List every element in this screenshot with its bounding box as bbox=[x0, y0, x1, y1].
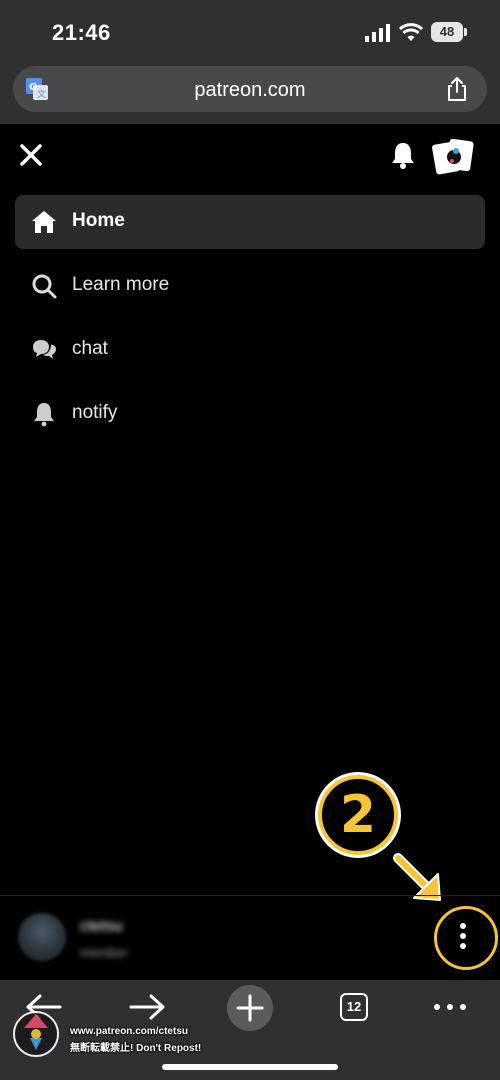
close-icon[interactable] bbox=[18, 142, 44, 168]
wifi-icon bbox=[399, 23, 423, 41]
menu-item-home[interactable]: Home bbox=[15, 195, 485, 249]
menu-label-chat: chat bbox=[72, 338, 108, 359]
chat-icon bbox=[33, 340, 56, 359]
forward-arrow-icon[interactable] bbox=[127, 992, 167, 1022]
battery-cap bbox=[464, 28, 467, 36]
watermark-url: www.patreon.com/ctetsu bbox=[70, 1026, 188, 1037]
browser-toolbar-top: G 文 patreon.com bbox=[0, 62, 500, 124]
divider bbox=[0, 895, 500, 896]
new-tab-button[interactable] bbox=[227, 985, 273, 1031]
bell-icon[interactable] bbox=[390, 141, 416, 169]
search-icon bbox=[32, 274, 57, 299]
more-menu-icon[interactable] bbox=[432, 1000, 468, 1014]
menu-label-notify: notify bbox=[72, 402, 118, 423]
tab-switcher-button[interactable]: 12 bbox=[340, 993, 368, 1021]
user-subtitle: member bbox=[80, 945, 128, 960]
bell-icon bbox=[34, 403, 54, 427]
menu-label-learn-more: Learn more bbox=[72, 274, 170, 295]
status-time: 21:46 bbox=[52, 20, 111, 45]
menu-item-chat[interactable]: chat bbox=[15, 323, 485, 377]
signal-icon bbox=[365, 24, 390, 42]
menu-item-notify[interactable]: notify bbox=[15, 387, 485, 441]
highlight-ring bbox=[434, 906, 498, 970]
menu-item-learn-more[interactable]: Learn more bbox=[15, 259, 485, 313]
watermark-notice: 無断転載禁止! Don't Repost! bbox=[70, 1043, 202, 1054]
plus-icon bbox=[236, 994, 264, 1022]
step-number: 2 bbox=[339, 785, 377, 845]
home-indicator bbox=[162, 1064, 338, 1070]
user-avatar[interactable] bbox=[18, 913, 66, 961]
menu-label-home: Home bbox=[72, 210, 125, 231]
user-name: ctetsu bbox=[80, 918, 123, 935]
watermark-logo-icon bbox=[13, 1011, 59, 1057]
url-text: patreon.com bbox=[194, 79, 306, 101]
status-bar: 21:46 48 bbox=[0, 0, 500, 62]
profile-avatar-icon[interactable] bbox=[432, 137, 474, 175]
step-number-badge: 2 bbox=[318, 775, 398, 855]
home-icon bbox=[32, 211, 56, 233]
pointer-arrow-icon bbox=[393, 853, 441, 901]
battery-icon: 48 bbox=[431, 22, 463, 42]
address-bar[interactable]: G 文 patreon.com bbox=[13, 66, 487, 112]
share-icon[interactable] bbox=[445, 76, 469, 102]
